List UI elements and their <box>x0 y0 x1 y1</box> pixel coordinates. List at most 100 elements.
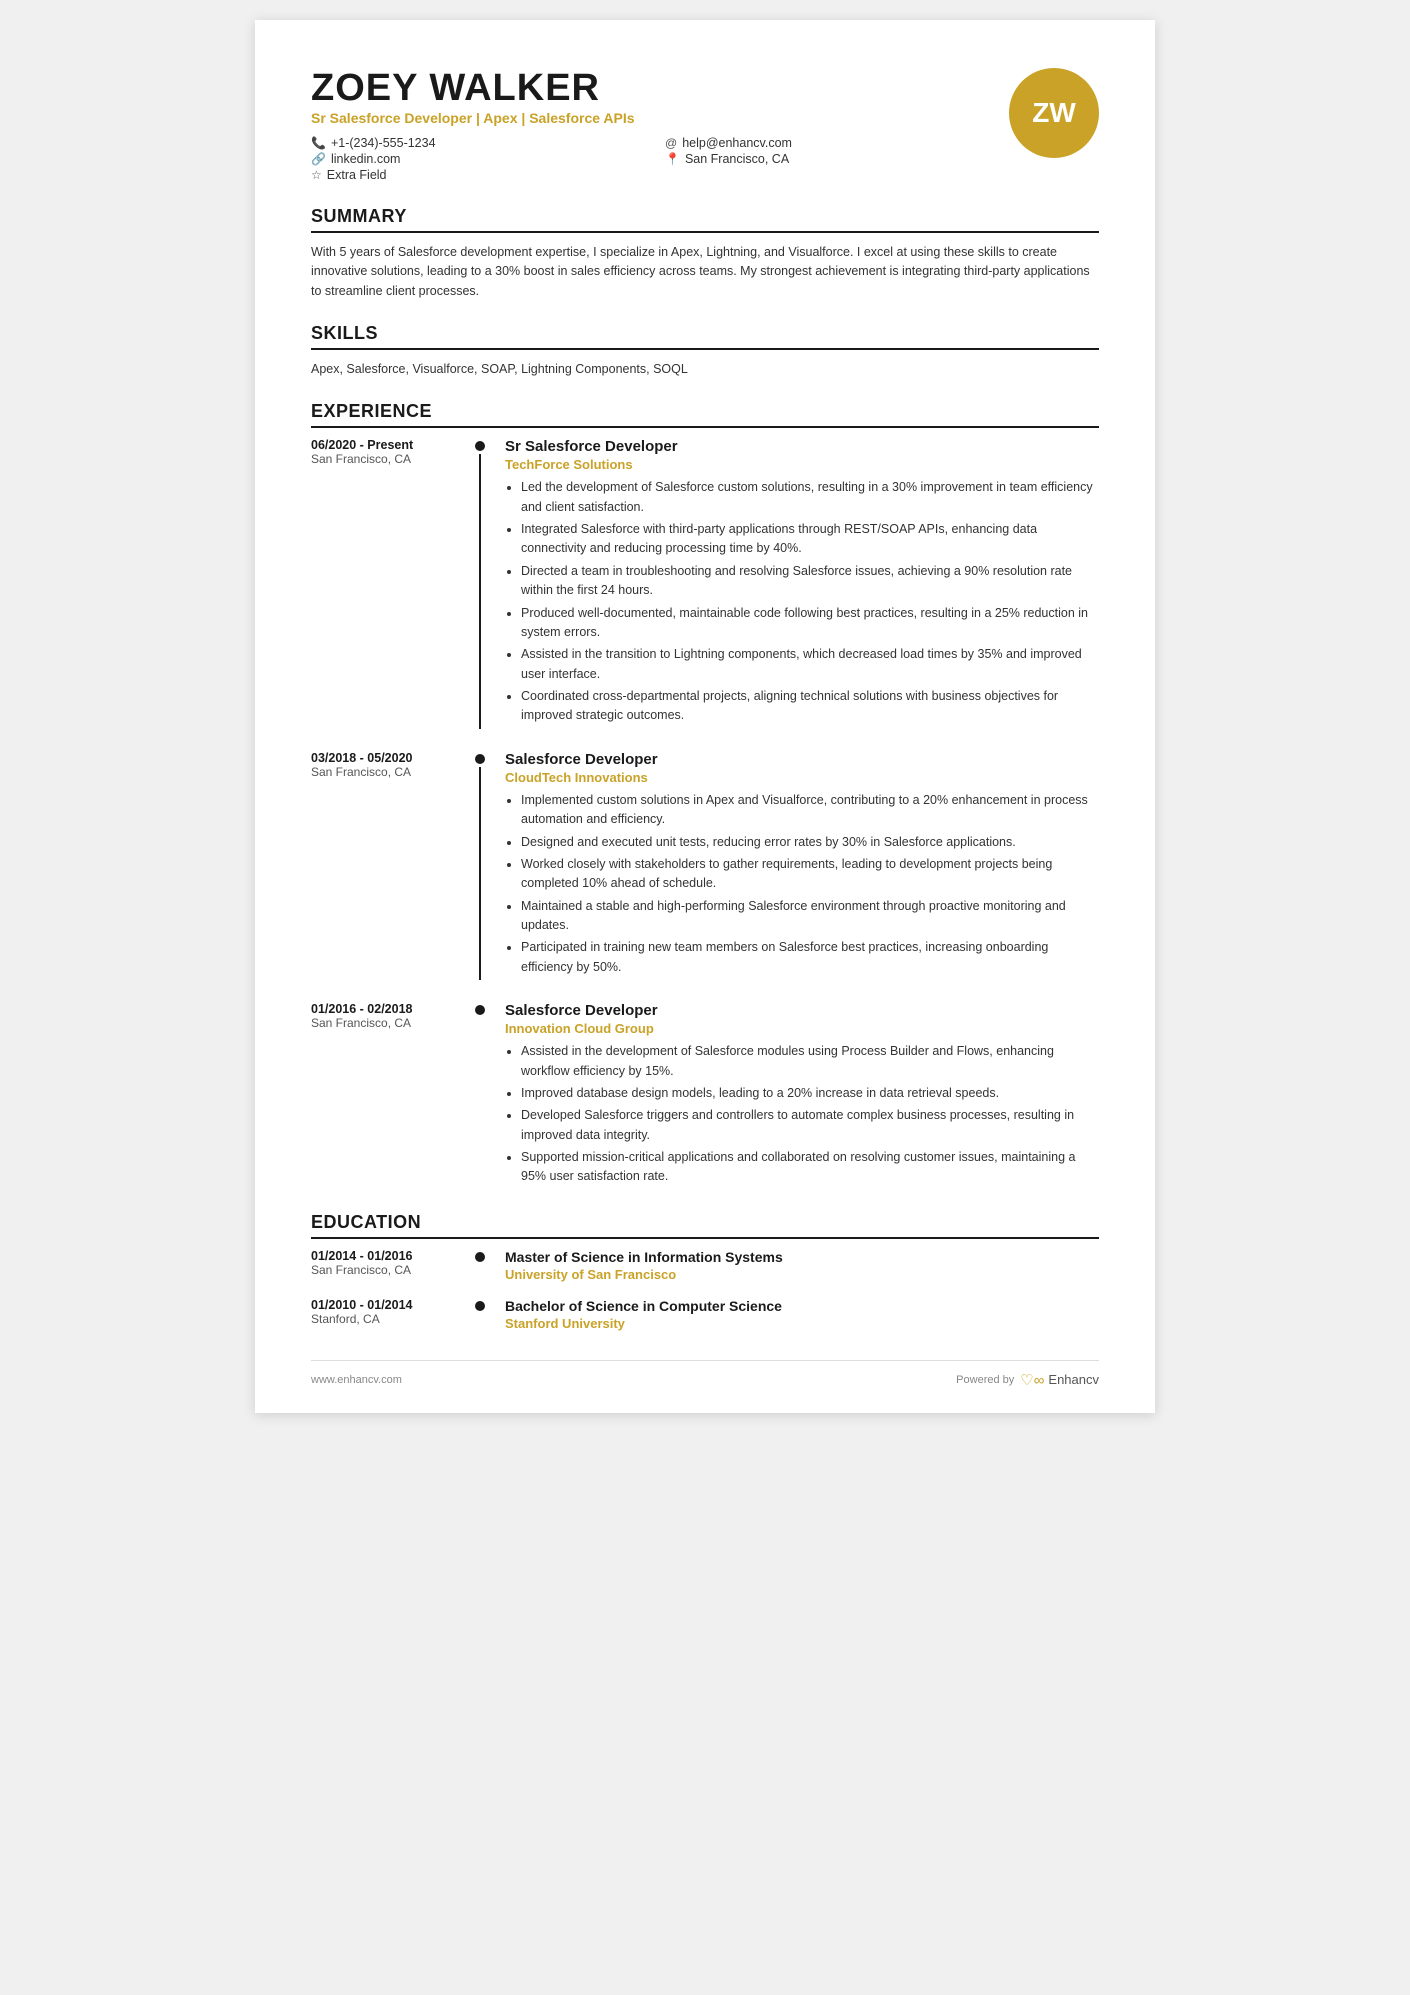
resume-page: ZOEY WALKER Sr Salesforce Developer | Ap… <box>255 20 1155 1413</box>
header-left: ZOEY WALKER Sr Salesforce Developer | Ap… <box>311 68 989 182</box>
bullet-item: Supported mission-critical applications … <box>521 1148 1099 1187</box>
location-icon: 📍 <box>665 152 680 166</box>
experience-list: 06/2020 - Present San Francisco, CA Sr S… <box>311 438 1099 1190</box>
experience-section: EXPERIENCE 06/2020 - Present San Francis… <box>311 401 1099 1190</box>
experience-item: 06/2020 - Present San Francisco, CA Sr S… <box>311 438 1099 729</box>
education-item: 01/2014 - 01/2016 San Francisco, CA Mast… <box>311 1249 1099 1282</box>
bullet-item: Worked closely with stakeholders to gath… <box>521 855 1099 894</box>
heart-icon: ♡∞ <box>1020 1371 1044 1389</box>
experience-title: EXPERIENCE <box>311 401 1099 428</box>
phone-icon: 📞 <box>311 136 326 150</box>
exp-left: 06/2020 - Present San Francisco, CA <box>311 438 471 729</box>
header: ZOEY WALKER Sr Salesforce Developer | Ap… <box>311 68 1099 182</box>
edu-divider <box>471 1298 489 1331</box>
edu-school: Stanford University <box>505 1316 1099 1331</box>
bullet-item: Integrated Salesforce with third-party a… <box>521 520 1099 559</box>
education-item: 01/2010 - 01/2014 Stanford, CA Bachelor … <box>311 1298 1099 1331</box>
star-icon: ☆ <box>311 168 322 182</box>
edu-school: University of San Francisco <box>505 1267 1099 1282</box>
footer-website: www.enhancv.com <box>311 1374 402 1386</box>
brand-name: Enhancv <box>1048 1372 1099 1387</box>
footer: www.enhancv.com Powered by ♡∞ Enhancv <box>311 1360 1099 1389</box>
extra-item: ☆ Extra Field <box>311 168 635 182</box>
bullet-item: Maintained a stable and high-performing … <box>521 897 1099 936</box>
extra-text: Extra Field <box>327 168 387 182</box>
education-section: EDUCATION 01/2014 - 01/2016 San Francisc… <box>311 1212 1099 1331</box>
bullet-item: Participated in training new team member… <box>521 938 1099 977</box>
exp-date: 01/2016 - 02/2018 <box>311 1002 455 1016</box>
exp-location: San Francisco, CA <box>311 765 455 779</box>
edu-degree: Master of Science in Information Systems <box>505 1249 1099 1265</box>
edu-location: Stanford, CA <box>311 1312 455 1326</box>
linkedin-item: 🔗 linkedin.com <box>311 152 635 166</box>
bullet-item: Designed and executed unit tests, reduci… <box>521 833 1099 852</box>
bullet-item: Directed a team in troubleshooting and r… <box>521 562 1099 601</box>
avatar: ZW <box>1009 68 1099 158</box>
exp-dot <box>475 1005 485 1015</box>
edu-left: 01/2014 - 01/2016 San Francisco, CA <box>311 1249 471 1282</box>
skills-section: SKILLS Apex, Salesforce, Visualforce, SO… <box>311 323 1099 379</box>
exp-company: TechForce Solutions <box>505 457 1099 472</box>
bullet-item: Coordinated cross-departmental projects,… <box>521 687 1099 726</box>
exp-job-title: Sr Salesforce Developer <box>505 438 1099 455</box>
location-text: San Francisco, CA <box>685 152 789 166</box>
exp-date: 06/2020 - Present <box>311 438 455 452</box>
bullet-item: Assisted in the development of Salesforc… <box>521 1042 1099 1081</box>
contact-grid: 📞 +1-(234)-555-1234 @ help@enhancv.com 🔗… <box>311 136 989 182</box>
exp-job-title: Salesforce Developer <box>505 751 1099 768</box>
linkedin-icon: 🔗 <box>311 152 326 166</box>
candidate-name: ZOEY WALKER <box>311 68 989 110</box>
enhancv-logo: ♡∞ Enhancv <box>1020 1371 1099 1389</box>
exp-job-title: Salesforce Developer <box>505 1002 1099 1019</box>
bullet-item: Produced well-documented, maintainable c… <box>521 604 1099 643</box>
exp-location: San Francisco, CA <box>311 452 455 466</box>
exp-right: Salesforce Developer CloudTech Innovatio… <box>489 751 1099 980</box>
phone-text: +1-(234)-555-1234 <box>331 136 436 150</box>
exp-right: Sr Salesforce Developer TechForce Soluti… <box>489 438 1099 729</box>
edu-divider <box>471 1249 489 1282</box>
edu-location: San Francisco, CA <box>311 1263 455 1277</box>
bullet-item: Implemented custom solutions in Apex and… <box>521 791 1099 830</box>
exp-company: CloudTech Innovations <box>505 770 1099 785</box>
email-icon: @ <box>665 136 677 150</box>
edu-dot <box>475 1252 485 1262</box>
powered-by-text: Powered by <box>956 1374 1014 1386</box>
education-list: 01/2014 - 01/2016 San Francisco, CA Mast… <box>311 1249 1099 1331</box>
linkedin-text: linkedin.com <box>331 152 400 166</box>
email-item: @ help@enhancv.com <box>665 136 989 150</box>
exp-date: 03/2018 - 05/2020 <box>311 751 455 765</box>
exp-left: 03/2018 - 05/2020 San Francisco, CA <box>311 751 471 980</box>
edu-dot <box>475 1301 485 1311</box>
exp-left: 01/2016 - 02/2018 San Francisco, CA <box>311 1002 471 1190</box>
exp-bullets: Led the development of Salesforce custom… <box>505 478 1099 726</box>
edu-left: 01/2010 - 01/2014 Stanford, CA <box>311 1298 471 1331</box>
candidate-title: Sr Salesforce Developer | Apex | Salesfo… <box>311 110 989 126</box>
exp-dot <box>475 754 485 764</box>
exp-location: San Francisco, CA <box>311 1016 455 1030</box>
email-text: help@enhancv.com <box>682 136 792 150</box>
summary-section: SUMMARY With 5 years of Salesforce devel… <box>311 206 1099 301</box>
summary-title: SUMMARY <box>311 206 1099 233</box>
bullet-item: Developed Salesforce triggers and contro… <box>521 1106 1099 1145</box>
experience-item: 01/2016 - 02/2018 San Francisco, CA Sale… <box>311 1002 1099 1190</box>
exp-divider <box>471 751 489 980</box>
exp-bullets: Implemented custom solutions in Apex and… <box>505 791 1099 977</box>
phone-item: 📞 +1-(234)-555-1234 <box>311 136 635 150</box>
exp-divider <box>471 1002 489 1190</box>
exp-company: Innovation Cloud Group <box>505 1021 1099 1036</box>
skills-text: Apex, Salesforce, Visualforce, SOAP, Lig… <box>311 360 1099 379</box>
edu-right: Master of Science in Information Systems… <box>489 1249 1099 1282</box>
exp-bullets: Assisted in the development of Salesforc… <box>505 1042 1099 1187</box>
experience-item: 03/2018 - 05/2020 San Francisco, CA Sale… <box>311 751 1099 980</box>
bullet-item: Led the development of Salesforce custom… <box>521 478 1099 517</box>
edu-date: 01/2010 - 01/2014 <box>311 1298 455 1312</box>
bullet-item: Assisted in the transition to Lightning … <box>521 645 1099 684</box>
footer-right: Powered by ♡∞ Enhancv <box>956 1371 1099 1389</box>
exp-line <box>479 454 481 729</box>
edu-date: 01/2014 - 01/2016 <box>311 1249 455 1263</box>
skills-title: SKILLS <box>311 323 1099 350</box>
exp-line <box>479 767 481 980</box>
bullet-item: Improved database design models, leading… <box>521 1084 1099 1103</box>
exp-right: Salesforce Developer Innovation Cloud Gr… <box>489 1002 1099 1190</box>
location-item: 📍 San Francisco, CA <box>665 152 989 166</box>
